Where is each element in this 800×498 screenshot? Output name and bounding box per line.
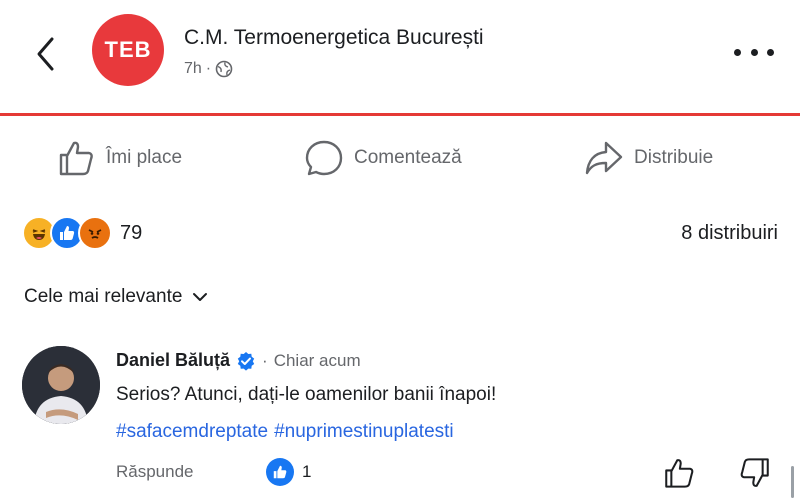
comment-filter-dropdown[interactable]: Cele mai relevante (24, 286, 208, 308)
page-avatar[interactable]: TEB (92, 14, 164, 86)
post-meta: 7h · (184, 60, 233, 78)
like-label: Îmi place (106, 147, 183, 168)
like-badge-icon (266, 458, 294, 486)
commenter-avatar[interactable] (22, 346, 100, 424)
commenter-name[interactable]: Daniel Băluță (116, 350, 230, 371)
header-divider (0, 113, 800, 116)
globe-icon (215, 60, 233, 78)
reaction-count: 79 (120, 221, 143, 244)
share-button[interactable]: Distribuie (584, 136, 713, 180)
chevron-left-icon (37, 37, 54, 71)
page-logo-text: TEB (104, 37, 152, 62)
verified-badge-icon (237, 351, 255, 371)
reply-button[interactable]: Răspunde (116, 462, 194, 482)
comment-hashtags: #safacemdreptate #nuprimestinuplatesti (116, 421, 454, 443)
comment-text: Serios? Atunci, dați-le oamenilor banii … (116, 384, 497, 405)
chevron-down-icon (193, 293, 208, 301)
page-name[interactable]: C.M. Termoenergetica București (184, 26, 484, 50)
upvote-button[interactable] (662, 456, 696, 495)
scrollbar[interactable] (791, 466, 794, 498)
share-arrow-icon (585, 141, 623, 175)
post-time[interactable]: 7h (184, 60, 202, 78)
comment-bubble-icon (305, 140, 343, 176)
shares-count[interactable]: 8 distribuiri (681, 222, 778, 245)
comment-button[interactable]: Comentează (304, 136, 462, 180)
reactions-summary[interactable]: 79 (22, 216, 142, 250)
more-dot-icon (750, 48, 758, 56)
thumbs-down-icon (740, 458, 769, 487)
meta-separator: · (205, 60, 212, 77)
downvote-button[interactable] (738, 456, 772, 495)
comment-dot: · (262, 350, 268, 370)
comment-header: Daniel Băluță · Chiar acum (116, 350, 361, 371)
comment-label: Comentează (354, 147, 462, 168)
more-dot-icon (767, 48, 774, 56)
filter-label: Cele mai relevante (24, 286, 183, 307)
hashtag-link[interactable]: #safacemdreptate (116, 421, 268, 443)
more-dot-icon (734, 48, 741, 56)
hashtag-link[interactable]: #nuprimestinuplatesti (274, 421, 454, 443)
thumbs-up-icon (59, 141, 93, 176)
share-label: Distribuie (634, 147, 714, 168)
more-options-button[interactable] (734, 44, 774, 60)
angry-reaction-icon (78, 216, 112, 250)
comment-likes: 1 (302, 462, 312, 481)
comment-like-count[interactable]: 1 (266, 458, 311, 486)
back-button[interactable] (28, 34, 62, 74)
thumbs-up-icon (665, 459, 694, 488)
like-button[interactable]: Îmi place (56, 136, 182, 180)
comment-time: Chiar acum (273, 350, 361, 370)
